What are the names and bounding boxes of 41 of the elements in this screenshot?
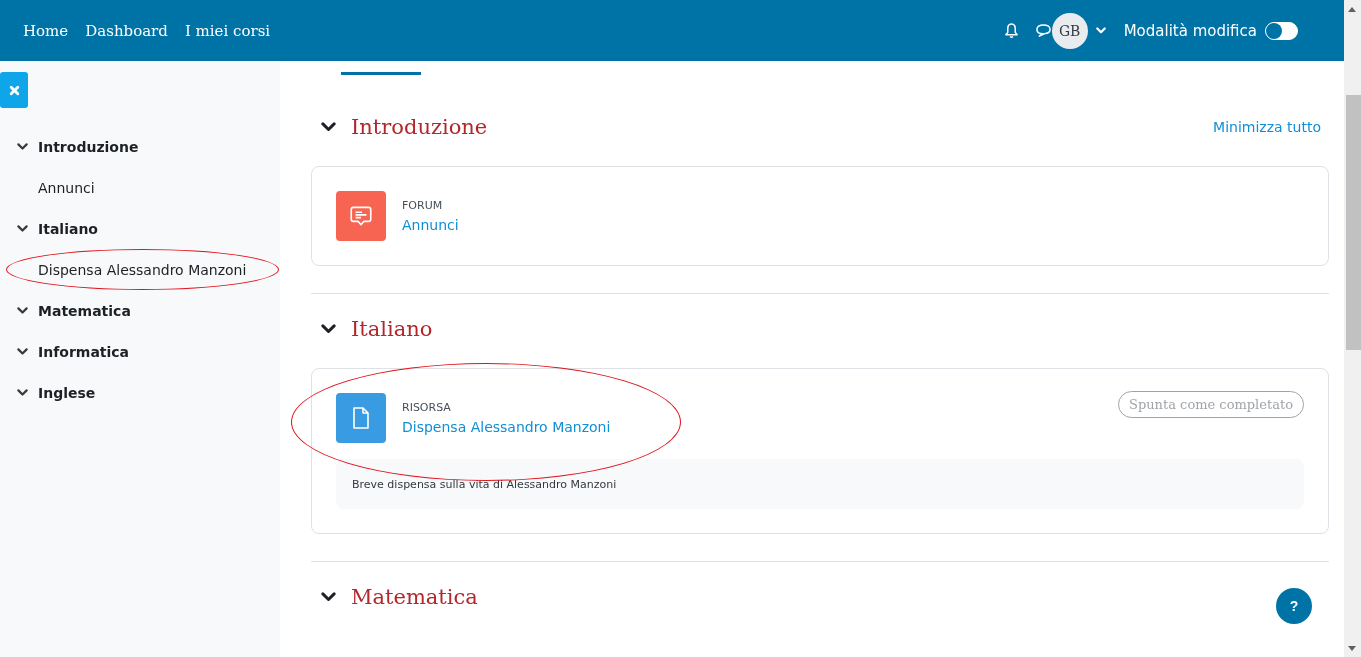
scrollbar[interactable]	[1344, 0, 1361, 657]
nav-link[interactable]: Dashboard	[85, 21, 168, 40]
scroll-down-arrow-icon[interactable]	[1348, 646, 1356, 651]
activity-link[interactable]: Annunci	[402, 216, 459, 233]
activity-icon[interactable]	[336, 191, 386, 241]
activity-link[interactable]: Dispensa Alessandro Manzoni	[402, 418, 611, 435]
nav-link[interactable]: I miei corsi	[184, 21, 271, 40]
notification-bell-icon[interactable]	[1003, 22, 1019, 39]
chevron-icon[interactable]	[321, 122, 336, 132]
section-title: Introduzione	[351, 115, 488, 139]
close-icon	[8, 84, 20, 96]
section-title: Italiano	[351, 317, 433, 341]
collapse-all-link[interactable]: Minimizza tutto	[1213, 119, 1321, 135]
section-link[interactable]: Italiano	[38, 220, 98, 237]
help-button[interactable]: ?	[1276, 588, 1312, 624]
chevron-icon[interactable]	[321, 592, 336, 602]
section-link[interactable]: Introduzione	[38, 138, 139, 155]
activity-type-label: FORUM	[402, 198, 444, 212]
chevron-icon[interactable]	[17, 224, 28, 233]
activity-description: Breve dispensa sulla vita di Alessandro Manzoni	[352, 477, 617, 491]
section-link[interactable]: Informatica	[38, 343, 130, 360]
edit-mode-toggle[interactable]	[1265, 21, 1298, 40]
edit-mode-label: Modalità modifica	[1123, 21, 1257, 40]
chevron-icon[interactable]	[17, 347, 28, 356]
activity-type-label: RISORSA	[402, 400, 452, 414]
chat-bubble-icon[interactable]	[1034, 23, 1052, 38]
user-avatar[interactable]: GB	[1051, 12, 1088, 49]
section-link[interactable]: Matematica	[38, 302, 131, 319]
nav-link[interactable]: Home	[23, 21, 69, 40]
activity-link[interactable]: Annunci	[38, 179, 95, 196]
close-drawer-button[interactable]	[0, 72, 28, 108]
chevron-icon[interactable]	[17, 306, 28, 315]
section-title: Matematica	[351, 585, 478, 609]
scroll-up-arrow-icon[interactable]	[1348, 7, 1356, 12]
chevron-icon[interactable]	[17, 142, 28, 151]
section-link[interactable]: Inglese	[38, 384, 96, 401]
activity-link[interactable]: Dispensa Alessandro Manzoni	[38, 261, 247, 278]
caret-icon[interactable]	[1095, 27, 1106, 34]
chevron-icon[interactable]	[321, 324, 336, 334]
scrollbar-thumb[interactable]	[1346, 95, 1361, 350]
chevron-icon[interactable]	[17, 388, 28, 397]
